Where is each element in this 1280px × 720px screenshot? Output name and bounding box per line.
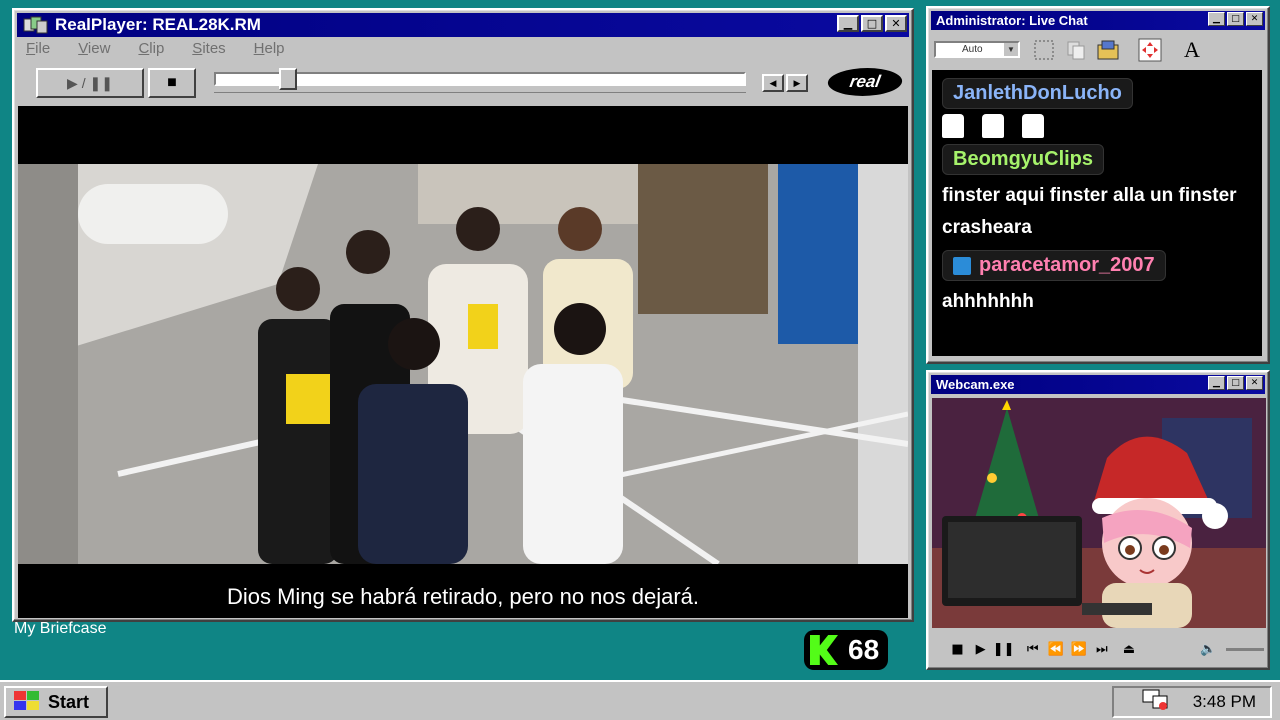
chat-username-text: BeomgyuClips — [953, 148, 1094, 170]
move-icon[interactable] — [1136, 37, 1164, 63]
close-button[interactable]: ✕ — [885, 15, 907, 32]
subtitle-text: Dios Ming se habrá retirado, pero no nos… — [226, 584, 700, 609]
chevron-down-icon: ▼ — [1004, 43, 1018, 56]
cat-emote-icon — [982, 114, 1004, 138]
system-tray: 3:48 PM — [1112, 686, 1272, 718]
chat-message: JanlethDonLucho — [942, 78, 1252, 138]
viewer-count: 68 — [848, 634, 880, 665]
chat-message: BeomgyuClips finster aqui finster alla un… — [942, 144, 1252, 244]
webcam-title: Webcam.exe — [936, 377, 1015, 392]
play-icon[interactable]: ▶ — [969, 638, 992, 660]
network-icon[interactable] — [1141, 688, 1171, 717]
eject-icon[interactable]: ⏏ — [1117, 638, 1140, 660]
menu-sites[interactable]: Sites — [192, 40, 225, 57]
font-size-select[interactable]: Auto ▼ — [934, 41, 1020, 58]
minimize-button[interactable]: ▁ — [837, 15, 859, 32]
video-frame — [18, 164, 908, 564]
chat-message-text: ahhhhhhh — [942, 291, 1034, 312]
maximize-button[interactable]: □ — [861, 15, 883, 32]
cat-emote-icon — [942, 114, 964, 138]
forward-button[interactable]: ▶ — [786, 74, 808, 92]
menu-help[interactable]: Help — [254, 40, 285, 57]
playback-toolbar: ▶ / ❚❚ ■ ◀ ▶ real — [18, 66, 908, 102]
kick-viewer-badge: 68 — [804, 630, 888, 670]
webcam-minimize-button[interactable]: ▁ — [1208, 376, 1225, 390]
verified-badge-icon — [953, 256, 971, 275]
chat-username-text: paracetamor_2007 — [979, 254, 1155, 276]
realplayer-window: RealPlayer: REAL28K.RM ▁ □ ✕ File View C… — [12, 8, 914, 622]
chat-title: Administrator: Live Chat — [936, 13, 1088, 28]
skip-forward-icon[interactable]: ⏭ — [1090, 638, 1113, 660]
realplayer-titlebar[interactable]: RealPlayer: REAL28K.RM ▁ □ ✕ — [17, 13, 909, 37]
paste-icon[interactable] — [1094, 37, 1122, 63]
chat-close-button[interactable]: ✕ — [1246, 12, 1263, 26]
chat-username[interactable]: BeomgyuClips — [942, 144, 1105, 175]
chat-message: paracetamor_2007 ahhhhhhh — [942, 250, 1252, 318]
rewind-button[interactable]: ◀ — [762, 74, 784, 92]
pause-icon[interactable]: ❚❚ — [992, 638, 1015, 660]
windows-logo-icon — [12, 689, 42, 716]
fast-forward-icon[interactable]: ⏩ — [1067, 638, 1090, 660]
menu-file[interactable]: File — [26, 40, 50, 57]
chat-maximize-button[interactable]: □ — [1227, 12, 1244, 26]
chat-username[interactable]: paracetamor_2007 — [942, 250, 1166, 281]
chat-username[interactable]: JanlethDonLucho — [942, 78, 1133, 109]
webcam-window: Webcam.exe ▁ □ ✕ ■ ▶ ❚❚ ⏮ ⏪ ⏩ ⏭ ⏏ 🔈 — [926, 370, 1270, 670]
cat-emote-icon — [1022, 114, 1044, 138]
start-button[interactable]: Start — [4, 686, 108, 718]
realplayer-title: RealPlayer: REAL28K.RM — [55, 15, 261, 34]
rewind-icon[interactable]: ⏪ — [1044, 638, 1067, 660]
chat-toolbar: Auto ▼ A — [932, 33, 1264, 67]
chat-username-text: JanlethDonLucho — [953, 82, 1122, 104]
clock: 3:48 PM — [1192, 692, 1256, 711]
chat-minimize-button[interactable]: ▁ — [1208, 12, 1225, 26]
menu-clip[interactable]: Clip — [138, 40, 164, 57]
menu-view[interactable]: View — [78, 40, 110, 57]
realplayer-menubar: File View Clip Sites Help — [26, 40, 313, 57]
webcam-close-button[interactable]: ✕ — [1246, 376, 1263, 390]
video-area[interactable]: Dios Ming se habrá retirado, pero no nos… — [18, 106, 908, 618]
taskbar: Start 3:48 PM — [0, 680, 1280, 720]
emote-row — [942, 114, 1252, 138]
seek-thumb[interactable] — [279, 68, 298, 90]
kick-logo-icon — [810, 635, 838, 665]
seek-ticks — [214, 92, 746, 96]
volume-icon[interactable]: 🔈 — [1197, 638, 1220, 660]
select-icon[interactable] — [1030, 37, 1058, 63]
copy-icon[interactable] — [1062, 37, 1090, 63]
volume-slider[interactable] — [1225, 647, 1264, 651]
webcam-controls: ■ ▶ ❚❚ ⏮ ⏪ ⏩ ⏭ ⏏ 🔈 — [932, 634, 1264, 664]
start-label: Start — [48, 691, 90, 712]
webcam-feed — [932, 398, 1266, 628]
realplayer-app-icon — [23, 16, 49, 34]
font-size-value: Auto — [962, 44, 983, 55]
desktop-icon-my-briefcase[interactable]: My Briefcase — [14, 620, 106, 638]
font-icon[interactable]: A — [1178, 37, 1206, 63]
stop-button[interactable]: ■ — [148, 68, 196, 98]
chat-message-text: finster aqui finster alla un finster cra… — [942, 185, 1237, 238]
real-logo: real — [825, 68, 905, 96]
chat-titlebar[interactable]: Administrator: Live Chat ▁ □ ✕ — [931, 11, 1265, 30]
stop-icon[interactable]: ■ — [946, 638, 969, 660]
chat-messages: JanlethDonLucho BeomgyuClips finster aqui … — [932, 70, 1262, 356]
play-pause-button[interactable]: ▶ / ❚❚ — [36, 68, 144, 98]
webcam-titlebar[interactable]: Webcam.exe ▁ □ ✕ — [931, 375, 1265, 394]
skip-back-icon[interactable]: ⏮ — [1021, 638, 1044, 660]
live-chat-window: Administrator: Live Chat ▁ □ ✕ Auto ▼ A … — [926, 6, 1270, 364]
webcam-maximize-button[interactable]: □ — [1227, 376, 1244, 390]
